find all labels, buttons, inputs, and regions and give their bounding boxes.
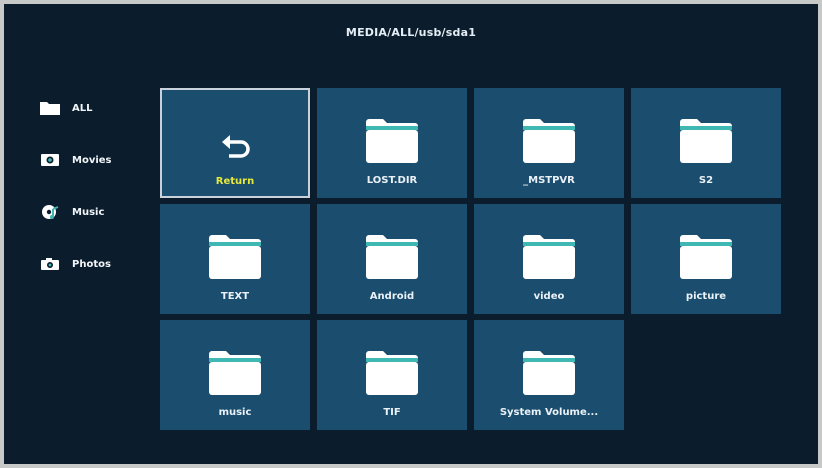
sidebar-item-label: ALL	[72, 102, 93, 114]
folder-icon	[209, 235, 261, 279]
folder-icon	[523, 119, 575, 163]
folder-icon	[366, 351, 418, 395]
tile-label: S2	[698, 175, 714, 186]
tile-label: Return	[215, 176, 255, 187]
tile-label: LOST.DIR	[366, 175, 418, 186]
folder-tile-text[interactable]: TEXT	[160, 204, 310, 314]
folder-tile-lost-dir[interactable]: LOST.DIR	[317, 88, 467, 198]
sidebar-item-all[interactable]: ALL	[38, 98, 148, 118]
folder-tile-video[interactable]: video	[474, 204, 624, 314]
folder-icon	[209, 351, 261, 395]
folder-icon	[523, 235, 575, 279]
camera-icon	[38, 255, 62, 273]
folder-icon	[680, 119, 732, 163]
sidebar: ALL Movies Music Photos	[38, 98, 148, 306]
return-tile[interactable]: Return	[160, 88, 310, 198]
folder-icon	[38, 99, 62, 117]
music-icon	[38, 203, 62, 221]
folder-icon	[680, 235, 732, 279]
folder-tile-tif[interactable]: TIF	[317, 320, 467, 430]
folder-tile-picture[interactable]: picture	[631, 204, 781, 314]
sidebar-item-music[interactable]: Music	[38, 202, 148, 222]
return-icon	[222, 135, 250, 158]
folder-tile-music[interactable]: music	[160, 320, 310, 430]
movie-icon	[38, 151, 62, 169]
folder-icon	[523, 351, 575, 395]
folder-tile-android[interactable]: Android	[317, 204, 467, 314]
tile-label: TEXT	[220, 291, 250, 302]
folder-icon	[366, 235, 418, 279]
tile-label: Android	[369, 291, 415, 302]
sidebar-item-label: Photos	[72, 258, 111, 270]
folder-tile-mstpvr[interactable]: _MSTPVR	[474, 88, 624, 198]
tile-label: video	[533, 291, 565, 302]
sidebar-item-movies[interactable]: Movies	[38, 150, 148, 170]
breadcrumb-path: MEDIA/ALL/usb/sda1	[345, 26, 477, 39]
sidebar-item-label: Movies	[72, 154, 112, 166]
tile-label: System Volume...	[499, 407, 599, 418]
sidebar-item-label: Music	[72, 206, 105, 218]
tile-label: music	[218, 407, 252, 418]
media-browser-screen: MEDIA/ALL/usb/sda1 ALL Movies Music Phot…	[4, 4, 818, 464]
folder-tile-system-volume[interactable]: System Volume...	[474, 320, 624, 430]
tile-label: picture	[685, 291, 727, 302]
folder-tile-s2[interactable]: S2	[631, 88, 781, 198]
tile-label: TIF	[383, 407, 401, 418]
tile-label: _MSTPVR	[523, 175, 575, 186]
sidebar-item-photos[interactable]: Photos	[38, 254, 148, 274]
folder-icon	[366, 119, 418, 163]
